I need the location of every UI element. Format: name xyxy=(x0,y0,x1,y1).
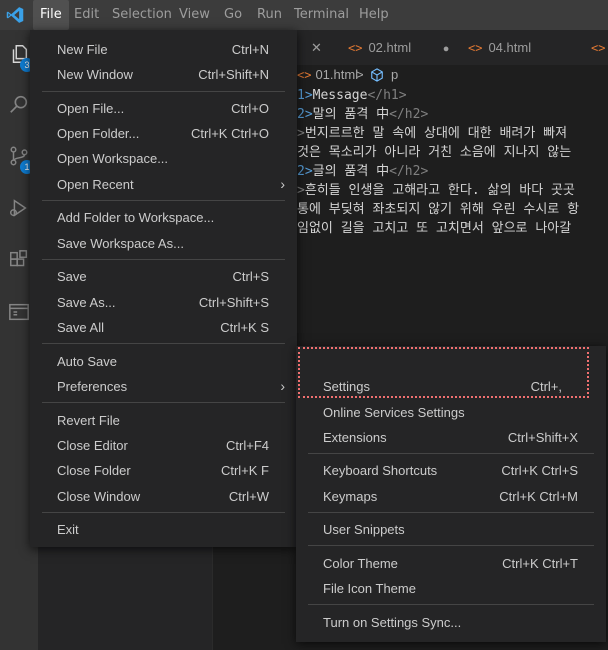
menu-item-exit[interactable]: Exit xyxy=(30,517,297,542)
symbol-icon xyxy=(370,68,384,85)
menu-item-file-icon-theme[interactable]: File Icon Theme xyxy=(296,576,606,601)
menu-item-extensions[interactable]: Extensions Ctrl+Shift+X xyxy=(296,425,606,450)
menu-item-open-recent[interactable]: Open Recent › xyxy=(30,172,297,197)
menu-help[interactable]: Help xyxy=(352,0,396,30)
menu-item-close-window[interactable]: Close Window Ctrl+W xyxy=(30,484,297,509)
breadcrumb-symbol[interactable]: p xyxy=(391,65,398,85)
code-line: 1>Message</h1> xyxy=(297,88,407,103)
menu-run[interactable]: Run xyxy=(250,0,289,30)
menu-item-keyboard-shortcuts[interactable]: Keyboard Shortcuts Ctrl+K Ctrl+S xyxy=(296,458,606,483)
menu-item-keymaps[interactable]: Keymaps Ctrl+K Ctrl+M xyxy=(296,484,606,509)
chevron-right-icon: › xyxy=(280,176,285,192)
html-file-icon: <> xyxy=(297,68,312,82)
menu-item-save-all[interactable]: Save All Ctrl+K S xyxy=(30,315,297,340)
menu-separator xyxy=(42,91,285,92)
menu-item-settings-sync[interactable]: Turn on Settings Sync... xyxy=(296,610,606,635)
menu-separator xyxy=(308,512,594,513)
html-file-icon: <> xyxy=(591,41,606,55)
menu-separator xyxy=(42,343,285,344)
menu-item-save-as[interactable]: Save As... Ctrl+Shift+S xyxy=(30,290,297,315)
tab-04-html[interactable]: <> 04.html xyxy=(468,30,531,65)
menu-item-new-file[interactable]: New File Ctrl+N xyxy=(30,37,297,62)
dirty-dot-icon: ● xyxy=(442,43,450,55)
tab-02-html[interactable]: <> 02.html ● xyxy=(348,30,449,65)
menu-separator xyxy=(308,604,594,605)
tab-next[interactable]: <> xyxy=(591,30,608,65)
menu-item-open-workspace[interactable]: Open Workspace... xyxy=(30,146,297,171)
code-line: 2>말의 품격 中</h2> xyxy=(297,107,429,122)
breadcrumb-separator: > xyxy=(356,67,364,82)
code-line: 것은 목소리가 아니라 거친 소음에 지나지 않는 xyxy=(297,145,572,160)
menu-item-preferences[interactable]: Preferences › xyxy=(30,374,297,399)
preferences-submenu: Settings Ctrl+, Online Services Settings … xyxy=(296,346,606,642)
code-line: >흔히들 인생을 고해라고 한다. 삶의 바다 곳곳 xyxy=(297,183,575,198)
menu-item-save-workspace-as[interactable]: Save Workspace As... xyxy=(30,231,297,256)
menu-view[interactable]: View xyxy=(172,0,217,30)
tab-label: 02.html xyxy=(368,40,412,55)
menu-item-open-folder[interactable]: Open Folder... Ctrl+K Ctrl+O xyxy=(30,121,297,146)
breadcrumb-file-label: 01.html xyxy=(315,67,359,82)
menu-selection[interactable]: Selection xyxy=(105,0,179,30)
chevron-right-icon: › xyxy=(280,378,285,394)
code-line: 통에 부딪혀 좌초되지 않기 위해 우린 수시로 항 xyxy=(297,202,580,217)
menu-separator xyxy=(42,259,285,260)
file-menu: New File Ctrl+N New Window Ctrl+Shift+N Op… xyxy=(30,30,297,547)
tab-close-button[interactable]: ✕ xyxy=(311,30,322,65)
vscode-logo-icon xyxy=(0,0,30,30)
menu-item-online-services-settings[interactable]: Online Services Settings xyxy=(296,400,606,425)
title-bar: File Edit Selection View Go Run Terminal… xyxy=(0,0,608,30)
breadcrumb-file[interactable]: <> 01.html xyxy=(297,65,358,85)
menu-item-color-theme[interactable]: Color Theme Ctrl+K Ctrl+T xyxy=(296,551,606,576)
menu-terminal[interactable]: Terminal xyxy=(287,0,356,30)
menu-item-add-folder[interactable]: Add Folder to Workspace... xyxy=(30,205,297,230)
code-line: >번지르르한 말 속에 상대에 대한 배려가 빠져 xyxy=(297,126,568,141)
menu-separator xyxy=(42,402,285,403)
menu-separator xyxy=(308,453,594,454)
menu-edit[interactable]: Edit xyxy=(67,0,106,30)
menu-separator xyxy=(42,200,285,201)
menu-item-user-snippets[interactable]: User Snippets xyxy=(296,517,606,542)
submenu-empty-row xyxy=(296,352,606,372)
html-file-icon: <> xyxy=(348,41,363,55)
menu-item-revert-file[interactable]: Revert File xyxy=(30,408,297,433)
menu-item-close-editor[interactable]: Close Editor Ctrl+F4 xyxy=(30,433,297,458)
menu-go[interactable]: Go xyxy=(217,0,249,30)
code-line: 2>글의 품격 中</h2> xyxy=(297,164,429,179)
menu-separator xyxy=(308,545,594,546)
menu-item-settings[interactable]: Settings Ctrl+, xyxy=(296,374,606,399)
menu-item-auto-save[interactable]: Auto Save xyxy=(30,349,297,374)
menu-item-new-window[interactable]: New Window Ctrl+Shift+N xyxy=(30,62,297,87)
code-line: 임없이 길을 고치고 또 고치면서 앞으로 나아갈 xyxy=(297,221,572,236)
menu-separator xyxy=(42,512,285,513)
menu-item-open-file[interactable]: Open File... Ctrl+O xyxy=(30,96,297,121)
menu-item-close-folder[interactable]: Close Folder Ctrl+K F xyxy=(30,458,297,483)
tab-label: 04.html xyxy=(488,40,532,55)
html-file-icon: <> xyxy=(468,41,483,55)
menu-file[interactable]: File xyxy=(33,0,69,30)
menu-item-save[interactable]: Save Ctrl+S xyxy=(30,264,297,289)
